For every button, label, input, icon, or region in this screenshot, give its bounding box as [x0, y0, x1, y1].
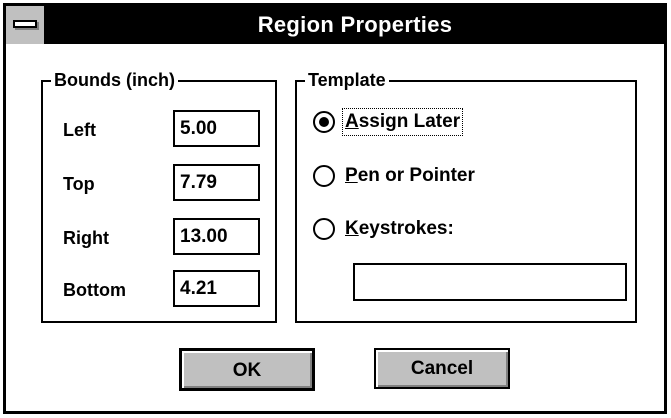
left-label: Left	[63, 120, 96, 140]
keystrokes-field[interactable]	[353, 263, 627, 301]
radio-button-icon[interactable]	[313, 111, 335, 133]
ok-button[interactable]: OK	[179, 348, 315, 391]
top-field[interactable]	[173, 164, 260, 201]
left-field[interactable]	[173, 110, 260, 147]
bottom-field[interactable]	[173, 270, 260, 307]
dialog-title: Region Properties	[257, 12, 453, 37]
radio-button-icon[interactable]	[313, 218, 335, 240]
dialog-window: Region Properties Bounds (inch) Left Top…	[3, 3, 667, 414]
cancel-button[interactable]: Cancel	[374, 348, 510, 389]
system-menu-bar-icon	[13, 20, 37, 28]
bounds-group-title: Bounds (inch)	[51, 68, 178, 92]
template-group-title: Template	[305, 68, 389, 92]
pen-or-pointer-label[interactable]: Pen or Pointer	[343, 163, 477, 189]
top-label: Top	[63, 174, 95, 194]
assign-later-label[interactable]: Assign Later	[341, 108, 464, 136]
bounds-group: Bounds (inch) Left Top Right Bottom	[41, 68, 277, 323]
dialog-body: Bounds (inch) Left Top Right Bottom Temp…	[6, 44, 664, 411]
right-label: Right	[63, 228, 109, 248]
template-group: Template Assign Later Pen or Pointer Key…	[295, 68, 637, 323]
keystrokes-label[interactable]: Keystrokes:	[343, 216, 456, 242]
radio-button-icon[interactable]	[313, 165, 335, 187]
right-field[interactable]	[173, 218, 260, 255]
bottom-label: Bottom	[63, 280, 126, 300]
title-bar[interactable]: Region Properties	[6, 6, 664, 44]
system-menu-icon[interactable]	[6, 6, 46, 44]
